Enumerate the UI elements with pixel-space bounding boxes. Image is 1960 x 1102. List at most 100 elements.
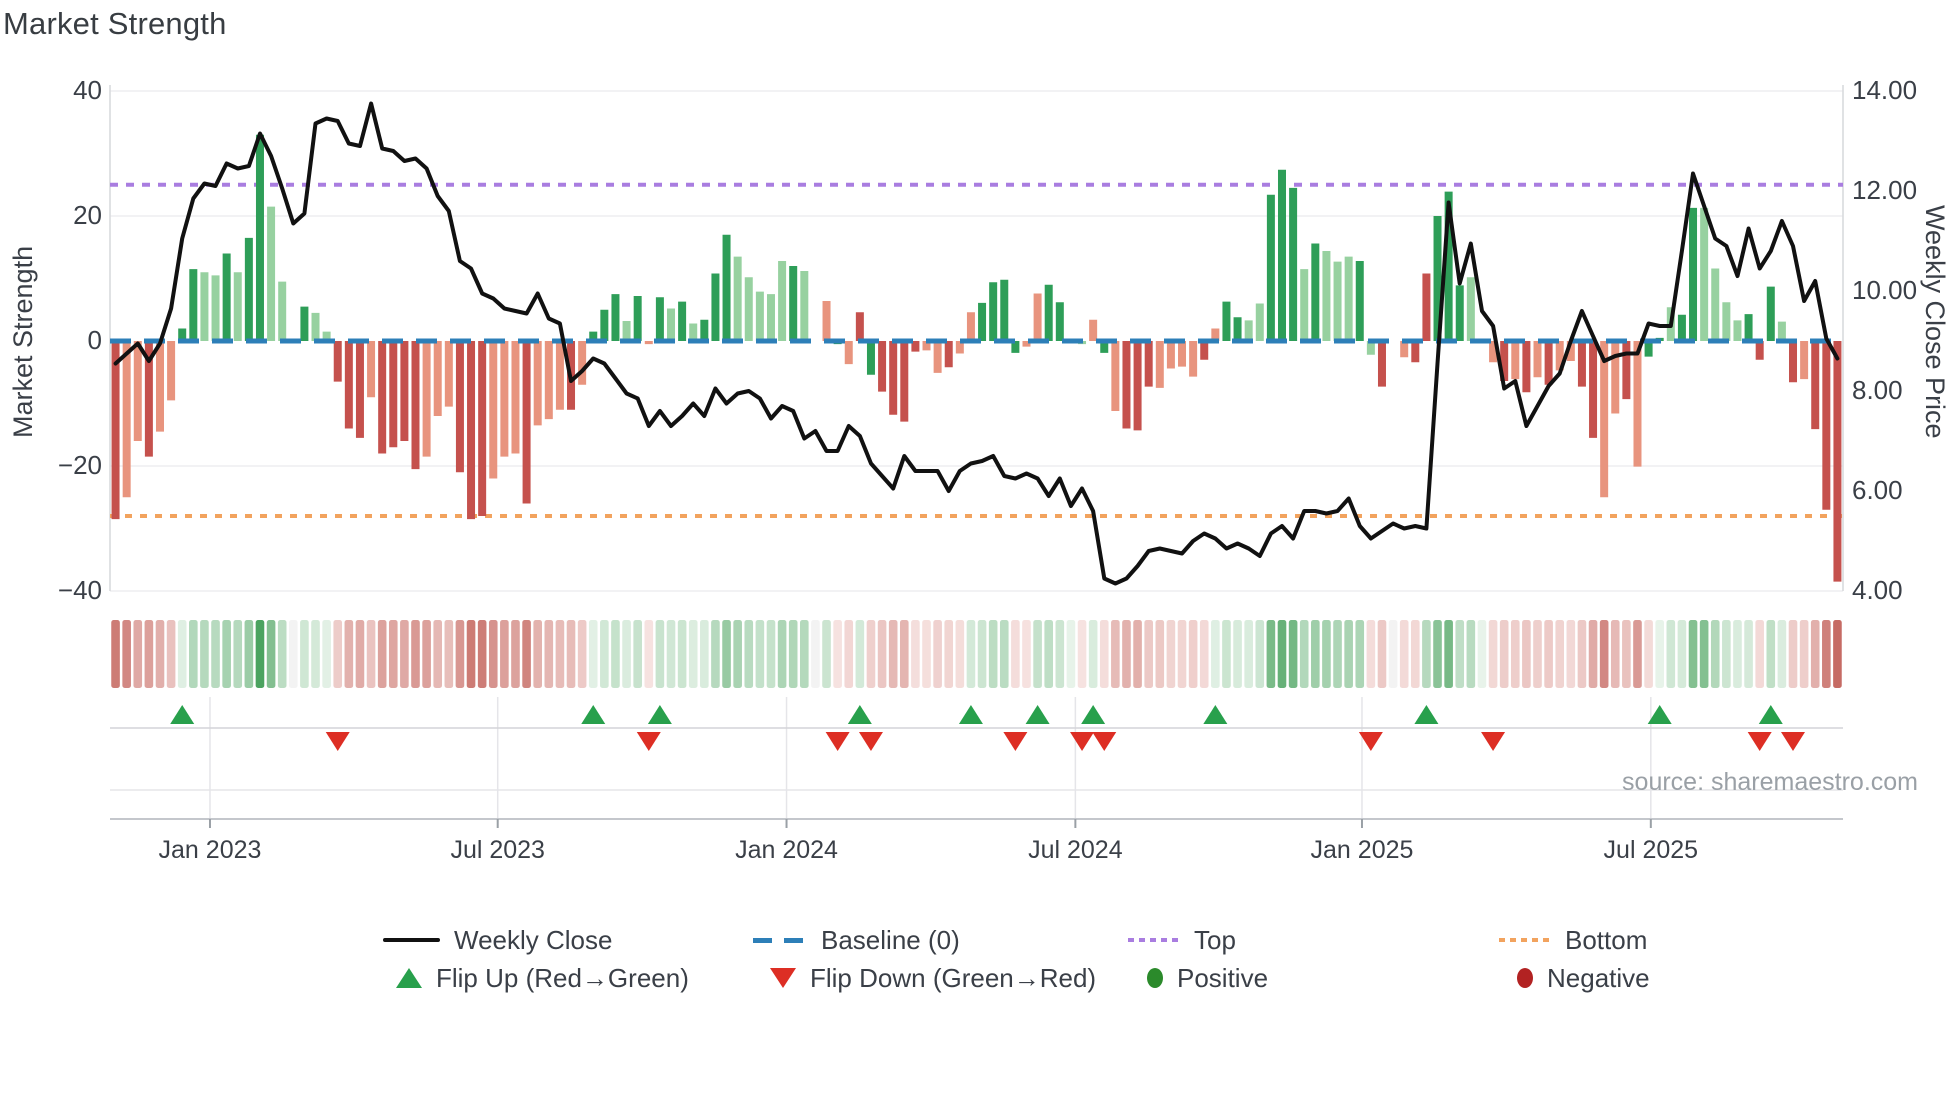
- heatmap-cell: [1622, 620, 1631, 688]
- heatmap-cell: [111, 620, 120, 688]
- strength-bar: [378, 341, 387, 454]
- strength-bar: [1200, 341, 1209, 360]
- strength-bar: [1222, 301, 1231, 341]
- heatmap-cell: [1433, 620, 1442, 688]
- strength-bar: [500, 341, 509, 457]
- strength-bar: [1744, 314, 1753, 341]
- strength-bar: [1233, 317, 1242, 341]
- heatmap-cell: [733, 620, 742, 688]
- strength-bar: [355, 341, 364, 438]
- heatmap-cell: [1144, 620, 1153, 688]
- heatmap-cell: [777, 620, 787, 688]
- heatmap-cell: [200, 620, 209, 688]
- heatmap-cell: [1199, 620, 1209, 688]
- y-right-tick-label: 10.00: [1852, 275, 1918, 305]
- strength-bar: [233, 272, 242, 341]
- heatmap-cell: [566, 620, 576, 688]
- legend-label: Flip Up (Red→Green): [436, 962, 689, 993]
- strength-bar: [1377, 341, 1386, 387]
- heatmap-cell: [1099, 620, 1109, 688]
- flip-down-marker: [325, 732, 350, 751]
- strength-bar: [600, 309, 609, 341]
- heatmap-cell: [444, 620, 454, 688]
- strength-bar: [822, 301, 831, 341]
- heatmap-cell: [1799, 620, 1809, 688]
- strength-bar: [1466, 277, 1475, 341]
- strength-bar: [1411, 341, 1420, 363]
- heatmap-cell: [1399, 620, 1409, 688]
- heatmap-cell: [1055, 620, 1065, 688]
- legend-label: Bottom: [1565, 924, 1648, 955]
- strength-bar: [900, 341, 909, 422]
- legend-item-top: Top: [1128, 924, 1236, 956]
- strength-bar: [1122, 341, 1131, 429]
- flip-down-marker: [858, 732, 883, 751]
- strength-bar: [278, 281, 287, 341]
- heatmap-cell: [544, 620, 554, 688]
- heatmap-cell: [244, 620, 254, 688]
- strength-bar: [422, 341, 431, 457]
- x-axis-date-label: Jul 2024: [1028, 836, 1123, 864]
- heatmap-cell: [744, 620, 754, 688]
- heatmap-cell: [855, 620, 865, 688]
- heatmap-cell: [1344, 620, 1353, 688]
- y-left-tick-label: −40: [57, 575, 102, 605]
- heatmap-cell: [899, 620, 909, 688]
- legend-label: Positive: [1177, 962, 1269, 993]
- strength-bar: [1244, 320, 1253, 341]
- strength-bar: [1111, 341, 1120, 411]
- strength-bar: [1600, 341, 1609, 498]
- chart-canvas: [109, 85, 1844, 828]
- strength-bar: [1766, 286, 1775, 341]
- strength-bar: [1522, 341, 1531, 393]
- y-right-tick-label: 6.00: [1852, 475, 1903, 505]
- strength-bar: [489, 341, 498, 479]
- strength-bar: [1355, 261, 1364, 341]
- strength-bar: [444, 341, 453, 407]
- legend-item-flip-up: Flip Up (Red→Green): [396, 962, 689, 994]
- top-dots-icon: [1128, 938, 1180, 942]
- strength-bar: [889, 341, 898, 415]
- strength-bar: [1700, 207, 1709, 341]
- heatmap-cell: [1555, 620, 1565, 688]
- strength-bar: [855, 312, 864, 341]
- heatmap-cell: [944, 620, 954, 688]
- heatmap-cell: [1377, 620, 1387, 688]
- strength-bar: [1455, 285, 1464, 341]
- heatmap-cell: [1699, 620, 1709, 688]
- y-left-tick-label: 0: [87, 325, 102, 355]
- strength-bar: [844, 341, 853, 365]
- legend-item-positive: Positive: [1147, 962, 1268, 994]
- flip-down-marker: [825, 732, 850, 751]
- heatmap-cell: [1599, 620, 1609, 688]
- heatmap-cell: [1788, 620, 1798, 688]
- heatmap-cell: [1544, 620, 1553, 688]
- strength-bar: [1144, 341, 1153, 387]
- strength-bar: [111, 341, 120, 520]
- strength-bar: [333, 341, 342, 382]
- heatmap-cell: [177, 620, 187, 688]
- strength-bar: [1511, 341, 1520, 380]
- strength-bar: [1622, 341, 1631, 400]
- heatmap-cell: [400, 620, 409, 688]
- strength-bar: [344, 341, 353, 429]
- flip-up-marker: [1203, 705, 1228, 724]
- heatmap-cell: [1011, 620, 1020, 688]
- y-right-tick-label: 12.00: [1852, 175, 1918, 205]
- strength-bar: [1577, 341, 1586, 387]
- strength-bar: [678, 301, 687, 341]
- page-title: Market Strength: [3, 6, 227, 41]
- strength-bar: [244, 237, 253, 341]
- strength-bar: [800, 271, 809, 341]
- heatmap-cell: [688, 620, 698, 688]
- heatmap-cell: [1755, 620, 1764, 688]
- strength-bar: [267, 206, 276, 341]
- heatmap-cell: [1111, 620, 1120, 688]
- heatmap-cell: [1566, 620, 1576, 688]
- heatmap-cell: [888, 620, 898, 688]
- strength-bar: [1055, 302, 1064, 341]
- heatmap-cell: [655, 620, 665, 688]
- heatmap-cell: [233, 620, 243, 688]
- strength-bar: [155, 341, 164, 432]
- heatmap-cell: [588, 620, 598, 688]
